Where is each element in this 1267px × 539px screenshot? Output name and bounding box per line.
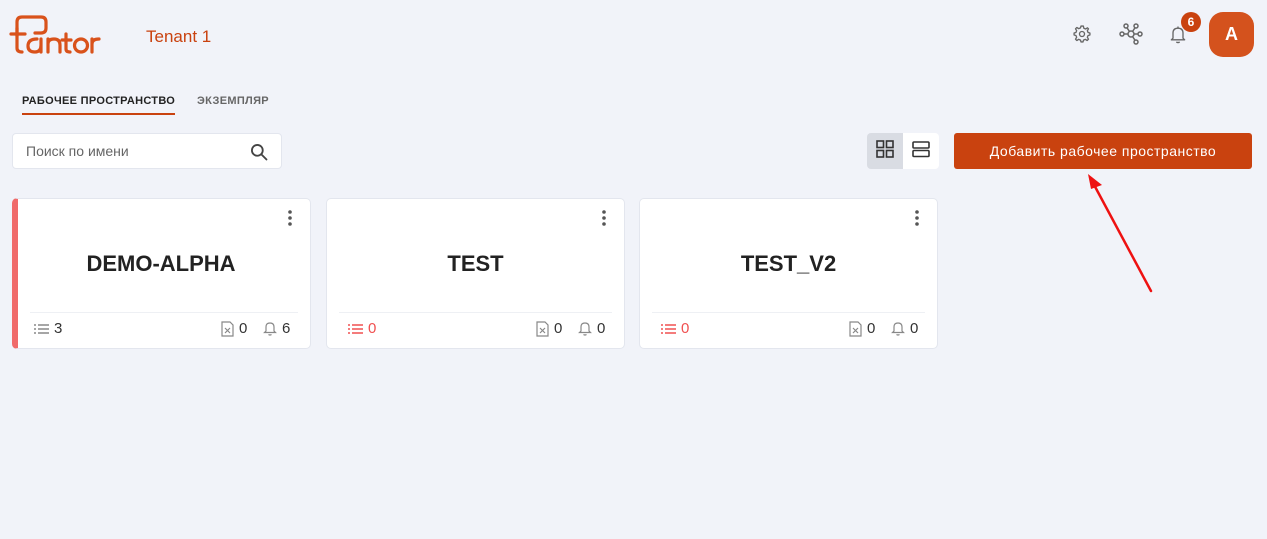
files-stat: 0 <box>536 320 562 337</box>
list-stat: 3 <box>34 320 62 337</box>
workspace-title: TEST <box>447 251 504 276</box>
alerts-stat: 6 <box>263 320 290 337</box>
list-view-icon <box>912 140 930 163</box>
workspace-card[interactable]: TEST_V2 0 0 0 <box>639 198 938 349</box>
alerts-stat: 0 <box>578 320 605 337</box>
files-count: 0 <box>239 320 248 337</box>
files-count: 0 <box>867 320 876 337</box>
list-count: 0 <box>368 320 377 337</box>
add-workspace-button[interactable]: Добавить рабочее пространство <box>954 133 1252 169</box>
workspace-title: TEST_V2 <box>740 251 837 276</box>
alerts-count: 0 <box>597 320 606 337</box>
card-footer: 3 0 6 <box>18 320 310 340</box>
grid-view-icon <box>876 139 894 163</box>
card-divider <box>339 312 612 313</box>
search-icon[interactable] <box>249 142 269 162</box>
alerts-count: 6 <box>282 320 291 337</box>
tab-instance[interactable]: ЭКЗЕМПЛЯР <box>197 95 269 107</box>
annotation-arrow <box>1088 174 1153 293</box>
workspace-title: DEMO-ALPHA <box>86 251 236 276</box>
workspace-card[interactable]: TEST 0 0 0 <box>326 198 625 349</box>
card-footer: 0 0 0 <box>640 320 937 340</box>
workspace-card[interactable]: DEMO-ALPHA 3 0 6 <box>12 198 311 349</box>
file-error-icon <box>536 320 549 337</box>
tab-workspace[interactable]: РАБОЧЕЕ ПРОСТРАНСТВО <box>22 95 176 115</box>
list-stat: 0 <box>348 320 376 337</box>
more-vertical-icon[interactable] <box>909 209 925 227</box>
search-input[interactable] <box>13 134 243 168</box>
bell-icon <box>263 322 277 336</box>
list-icon <box>348 323 363 334</box>
list-stat: 0 <box>661 320 689 337</box>
list-view-button[interactable] <box>903 133 939 169</box>
list-icon <box>661 323 676 334</box>
user-avatar[interactable]: A <box>1209 12 1254 57</box>
bell-icon <box>891 322 905 336</box>
bell-icon <box>578 322 592 336</box>
file-error-icon <box>849 320 862 337</box>
list-count: 0 <box>681 320 690 337</box>
notifications-badge[interactable]: 6 <box>1181 12 1201 32</box>
file-error-icon <box>221 320 234 337</box>
tantor-logo[interactable] <box>8 14 108 56</box>
more-vertical-icon[interactable] <box>282 209 298 227</box>
more-vertical-icon[interactable] <box>596 209 612 227</box>
files-count: 0 <box>554 320 563 337</box>
card-divider <box>652 312 925 313</box>
files-stat: 0 <box>849 320 875 337</box>
alerts-count: 0 <box>910 320 919 337</box>
gear-icon[interactable] <box>1070 22 1094 46</box>
files-stat: 0 <box>221 320 247 337</box>
list-count: 3 <box>54 320 63 337</box>
alerts-stat: 0 <box>891 320 918 337</box>
list-icon <box>34 323 49 334</box>
grid-view-button[interactable] <box>867 133 903 169</box>
tenant-name[interactable]: Tenant 1 <box>146 27 211 47</box>
card-divider <box>30 312 298 313</box>
search-box <box>12 133 282 169</box>
card-footer: 0 0 0 <box>327 320 624 340</box>
network-icon[interactable] <box>1119 22 1143 46</box>
